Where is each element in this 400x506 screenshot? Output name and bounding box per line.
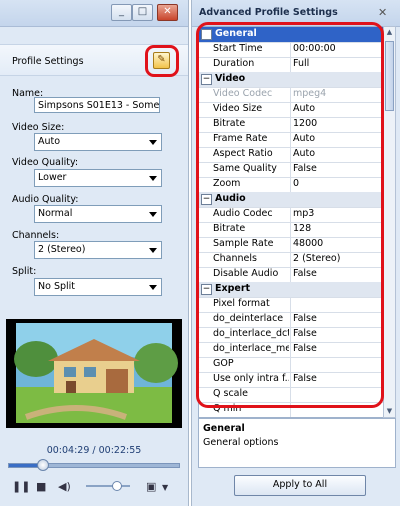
advanced-title: Advanced Profile Settings bbox=[199, 7, 338, 18]
property-grid-scrollbar[interactable]: ▲ ▼ bbox=[383, 26, 396, 418]
description-text: General options bbox=[203, 437, 279, 448]
minimize-icon[interactable]: _ bbox=[111, 4, 132, 21]
advanced-settings-pane: Advanced Profile Settings ✕ − General Star… bbox=[191, 0, 400, 506]
preview-frame-image bbox=[14, 323, 178, 423]
highlight-rectangle bbox=[196, 22, 384, 408]
left-titlebar: _ □ ✕ bbox=[0, 0, 188, 27]
speaker-icon[interactable]: ◀) bbox=[58, 480, 71, 493]
name-input[interactable]: Simpsons S01E13 - Some Ench bbox=[34, 97, 160, 113]
scroll-thumb[interactable] bbox=[385, 41, 394, 111]
highlight-circle bbox=[145, 45, 179, 77]
chevron-down-icon bbox=[149, 140, 157, 145]
audio-quality-value: Normal bbox=[38, 208, 73, 219]
volume-slider[interactable] bbox=[86, 481, 130, 491]
profile-settings-pane: _ □ ✕ Profile Settings ✎ Name: Simpsons … bbox=[0, 0, 189, 506]
scroll-down-icon[interactable]: ▼ bbox=[384, 406, 395, 417]
stop-icon[interactable]: ■ bbox=[36, 480, 46, 493]
seek-bar[interactable] bbox=[8, 459, 180, 471]
channels-select[interactable]: 2 (Stereo) bbox=[34, 241, 162, 259]
pause-icon[interactable]: ❚❚ bbox=[12, 480, 30, 493]
chevron-down-icon bbox=[149, 248, 157, 253]
audio-quality-label: Audio Quality: bbox=[12, 194, 79, 205]
chevron-down-icon bbox=[149, 212, 157, 217]
description-title: General bbox=[203, 423, 245, 434]
profile-settings-header: Profile Settings ✎ bbox=[0, 44, 188, 77]
video-quality-label: Video Quality: bbox=[12, 157, 79, 168]
channels-value: 2 (Stereo) bbox=[38, 244, 86, 255]
close-icon[interactable]: ✕ bbox=[157, 4, 178, 21]
video-size-value: Auto bbox=[38, 136, 61, 147]
split-value: No Split bbox=[38, 281, 76, 292]
close-icon[interactable]: ✕ bbox=[378, 6, 387, 19]
property-description: General General options bbox=[198, 418, 396, 468]
camera-icon[interactable]: ▣ bbox=[146, 480, 156, 493]
chevron-down-icon[interactable]: ▼ bbox=[162, 483, 168, 492]
audio-quality-select[interactable]: Normal bbox=[34, 205, 162, 223]
scroll-up-icon[interactable]: ▲ bbox=[384, 27, 395, 38]
video-size-label: Video Size: bbox=[12, 122, 65, 133]
video-size-select[interactable]: Auto bbox=[34, 133, 162, 151]
chevron-down-icon bbox=[149, 285, 157, 290]
maximize-icon[interactable]: □ bbox=[132, 4, 153, 21]
video-preview bbox=[6, 319, 182, 428]
split-label: Split: bbox=[12, 266, 37, 277]
profile-settings-title: Profile Settings bbox=[12, 56, 84, 67]
time-display: 00:04:29 / 00:22:55 bbox=[46, 445, 142, 456]
video-quality-select[interactable]: Lower bbox=[34, 169, 162, 187]
channels-label: Channels: bbox=[12, 230, 60, 241]
apply-to-all-button[interactable]: Apply to All bbox=[234, 475, 366, 496]
seek-handle[interactable] bbox=[37, 459, 49, 471]
video-quality-value: Lower bbox=[38, 172, 67, 183]
split-select[interactable]: No Split bbox=[34, 278, 162, 296]
volume-handle[interactable] bbox=[111, 481, 122, 491]
chevron-down-icon bbox=[149, 176, 157, 181]
